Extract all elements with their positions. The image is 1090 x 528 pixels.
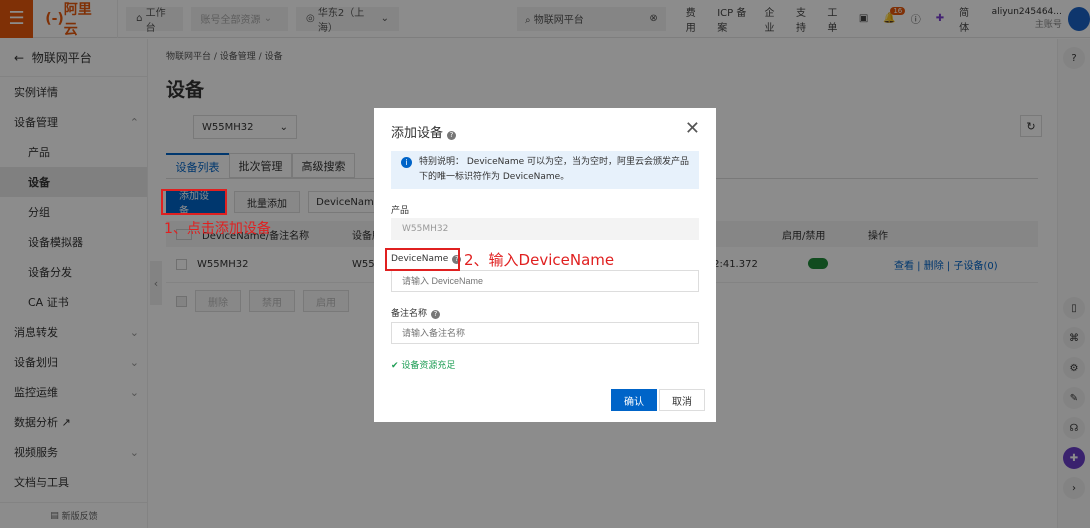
annotation-step2: 2、输入DeviceName	[464, 251, 615, 269]
remark-label: 备注名称?	[391, 306, 441, 319]
product-field: W55MH32	[391, 218, 699, 240]
quota-status: ✔ 设备资源充足	[391, 361, 456, 371]
info-note: i 特别说明： DeviceName 可以为空，当为空时，阿里云会颁发产品下的唯一…	[391, 151, 699, 189]
check-circle-icon: ✔	[391, 361, 399, 371]
cancel-button[interactable]: 取消	[659, 389, 705, 411]
confirm-button[interactable]: 确认	[611, 389, 657, 411]
annotation-step1: 1、点击添加设备	[164, 221, 271, 237]
help-icon[interactable]: ?	[447, 131, 457, 140]
product-label: 产品	[391, 206, 410, 216]
help-icon[interactable]: ?	[431, 310, 441, 319]
close-icon[interactable]: ✕	[685, 118, 700, 139]
info-icon: i	[401, 157, 412, 168]
annotation-box-add-device	[161, 189, 227, 215]
devicename-input[interactable]	[391, 270, 699, 292]
remark-input[interactable]	[391, 322, 699, 344]
dialog-title: 添加设备?	[391, 122, 457, 141]
annotation-box-devicename	[385, 248, 460, 271]
